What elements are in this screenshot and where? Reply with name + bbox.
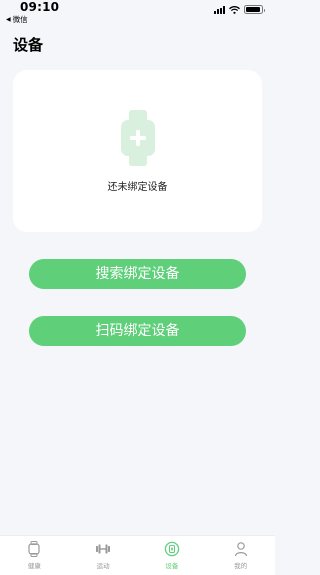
bottom-tab-bar: 健康 运动 设备 我的 — [0, 535, 275, 575]
wifi-icon — [229, 5, 240, 14]
device-screen: 09:10 ◀ 微信 设备 还未绑定设备 搜索绑定设备 扫码绑定设备 健康 运动… — [0, 0, 275, 575]
battery-fill — [246, 7, 260, 12]
person-icon — [234, 542, 247, 557]
back-triangle-icon: ◀ — [6, 16, 11, 23]
tab-sport[interactable]: 运动 — [69, 536, 138, 575]
scan-bind-device-button[interactable]: 扫码绑定设备 — [29, 316, 246, 346]
dumbbell-icon — [96, 544, 111, 554]
tab-device-label: 设备 — [165, 562, 179, 570]
battery-icon — [244, 5, 265, 14]
back-to-app-button[interactable]: ◀ 微信 — [6, 14, 28, 25]
status-icons — [214, 5, 265, 14]
tab-sport-label: 运动 — [96, 562, 110, 570]
status-bar: 09:10 ◀ 微信 — [0, 0, 275, 26]
cellular-signal-icon — [214, 5, 225, 14]
watch-plus-icon — [121, 110, 155, 166]
device-icon — [164, 541, 180, 557]
back-app-label: 微信 — [12, 15, 28, 24]
watch-icon — [28, 541, 40, 557]
tab-health-label: 健康 — [27, 562, 41, 570]
status-time: 09:10 — [20, 0, 60, 14]
tab-health[interactable]: 健康 — [0, 536, 69, 575]
search-bind-device-button[interactable]: 搜索绑定设备 — [29, 259, 246, 289]
page-title: 设备 — [13, 36, 44, 54]
tab-mine[interactable]: 我的 — [206, 536, 275, 575]
tab-device[interactable]: 设备 — [138, 536, 207, 575]
device-card: 还未绑定设备 — [13, 70, 262, 232]
tab-mine-label: 我的 — [234, 562, 248, 570]
no-device-text: 还未绑定设备 — [107, 182, 168, 193]
